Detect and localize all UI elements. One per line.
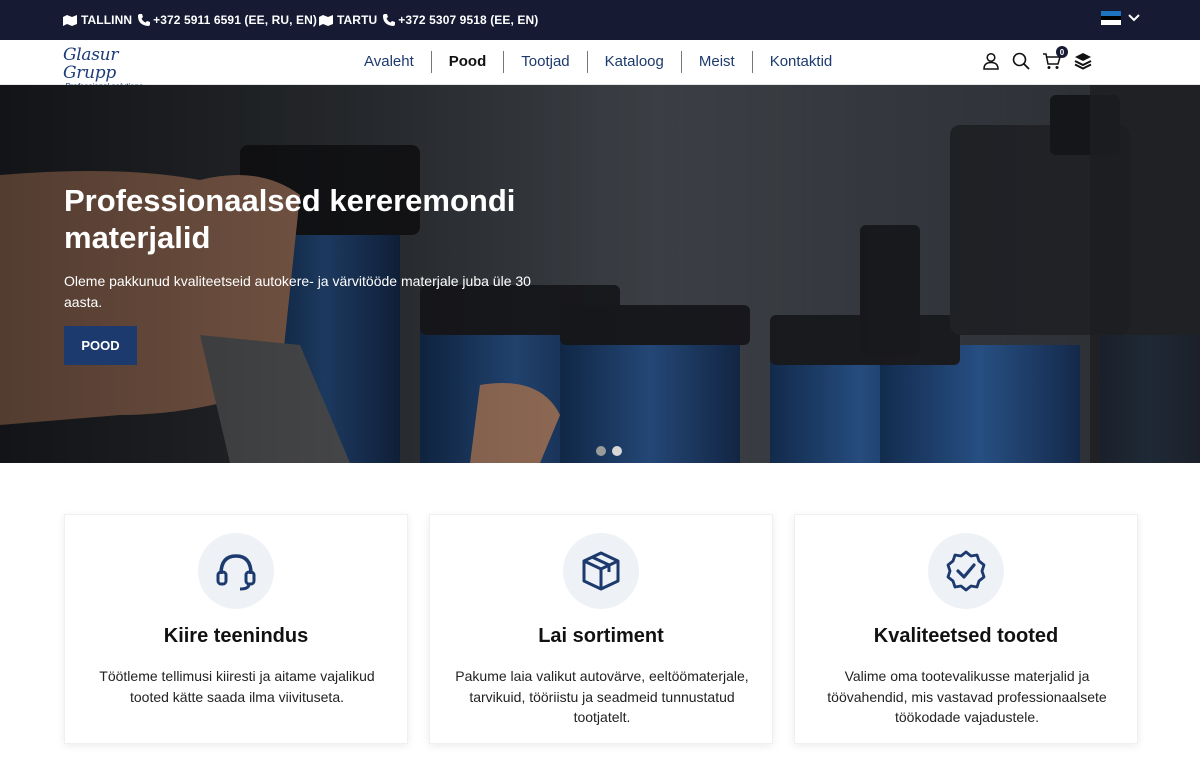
main-navbar: Glasur Grupp Professional solutions Aval… — [0, 40, 1200, 91]
cart-button[interactable]: 0 — [1042, 46, 1068, 70]
user-icon — [983, 52, 999, 70]
feature-text: Pakume laia valikut autovärve, eeltöömat… — [455, 668, 749, 725]
chevron-down-icon — [1128, 14, 1140, 22]
phone-icon — [138, 14, 151, 26]
feature-title: Kiire teenindus — [163, 625, 309, 647]
feature-icon-circle — [198, 533, 274, 609]
top-contact-bar: TALLINN +372 5911 6591 (EE, RU, EN) TART… — [0, 0, 1200, 40]
nav-item-avaleht[interactable]: Avaleht — [347, 51, 431, 73]
estonian-flag-icon — [1101, 11, 1121, 26]
search-icon — [1012, 52, 1030, 70]
quality-badge-icon — [946, 550, 986, 592]
nav-item-kataloog[interactable]: Kataloog — [586, 51, 681, 73]
nav-actions: 0 — [982, 46, 1104, 70]
phone-link-tartu[interactable]: +372 5307 9518 (EE, EN) — [398, 13, 538, 27]
location-city: TARTU — [337, 13, 378, 27]
feature-card-assortment: Lai sortiment Pakume laia valikut autovä… — [429, 514, 773, 744]
nav-item-kontaktid[interactable]: Kontaktid — [751, 51, 850, 73]
map-icon — [319, 15, 333, 26]
hero-subtitle: Oleme pakkunud kvaliteetseid autokere- j… — [64, 273, 531, 310]
hero-title: Professionaalsed kereremondi materjalid — [64, 183, 516, 255]
phone-link-tallinn[interactable]: +372 5911 6591 (EE, RU, EN) — [153, 13, 317, 27]
site-logo[interactable]: Glasur Grupp Professional solutions — [63, 45, 173, 91]
search-button[interactable] — [1012, 52, 1030, 70]
nav-item-tootjad[interactable]: Tootjad — [503, 51, 586, 73]
phone-icon — [383, 14, 396, 26]
map-icon — [63, 15, 77, 26]
feature-icon-circle — [563, 533, 639, 609]
box-icon — [582, 551, 620, 591]
feature-title: Kvaliteetsed tooted — [873, 625, 1059, 647]
nav-item-meist[interactable]: Meist — [680, 51, 752, 73]
carousel-dots — [596, 446, 628, 456]
nav-item-pood[interactable]: Pood — [430, 51, 504, 73]
carousel-dot-1[interactable] — [596, 446, 606, 456]
location-tallinn: TALLINN +372 5911 6591 (EE, RU, EN) — [63, 0, 317, 40]
layers-icon — [1074, 53, 1092, 70]
cart-count-badge: 0 — [1056, 46, 1068, 58]
feature-text: Valime oma tootevalikusse materjalid ja … — [827, 668, 1107, 725]
feature-card-service: Kiire teenindus Töötleme tellimusi kiire… — [64, 514, 408, 744]
headset-icon — [216, 554, 256, 591]
feature-icon-circle — [928, 533, 1004, 609]
logo-text: Glasur Grupp — [63, 45, 119, 83]
feature-title: Lai sortiment — [538, 625, 664, 647]
feature-card-quality: Kvaliteetsed tooted Valime oma tootevali… — [794, 514, 1138, 744]
shop-button[interactable]: POOD — [64, 326, 137, 365]
carousel-dot-2[interactable] — [612, 446, 622, 456]
main-menu: Avaleht Pood Tootjad Kataloog Meist Kont… — [347, 51, 849, 73]
layers-button[interactable] — [1074, 52, 1092, 70]
location-tartu: TARTU +372 5307 9518 (EE, EN) — [319, 0, 538, 40]
feature-text: Töötleme tellimusi kiiresti ja aitame va… — [99, 668, 375, 705]
hero-banner: Professionaalsed kereremondi materjalid … — [0, 85, 1200, 463]
language-selector[interactable] — [1101, 11, 1140, 26]
location-city: TALLINN — [81, 13, 133, 27]
account-button[interactable] — [982, 52, 1000, 70]
